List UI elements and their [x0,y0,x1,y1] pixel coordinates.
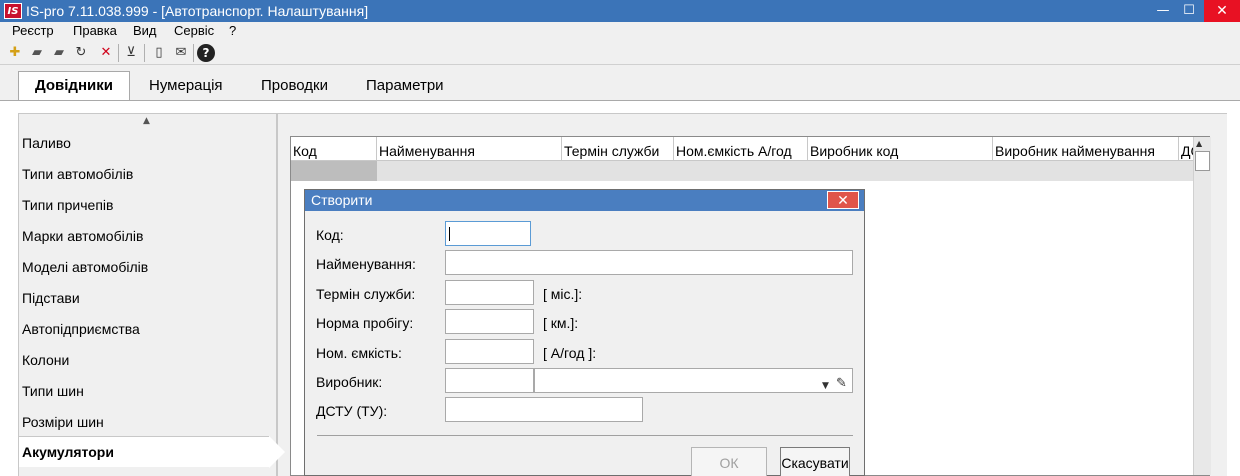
dstu-label: ДСТУ (ТУ): [316,403,388,419]
window-title: IS-pro 7.11.038.999 - [Автотранспорт. На… [26,3,369,19]
tab-numbering[interactable]: Нумерація [135,72,237,100]
capacity-label: Ном. ємкість: [316,345,402,361]
selection-pointer [269,436,285,468]
ok-button[interactable]: ОК [691,447,767,476]
name-field[interactable] [445,250,853,275]
content-top-strip [0,101,1240,113]
help-icon[interactable]: ? [197,44,215,62]
copy-icon[interactable]: ▰ [50,44,68,62]
menu-bar: Реєстр Правка Вид Сервіс ? [0,22,1240,40]
maker-label: Виробник: [316,374,383,390]
list-item-motor-depots[interactable]: Автопідприємства [22,320,140,338]
column-header-dstu[interactable]: ДС [1179,137,1193,161]
maker-name-combo[interactable] [534,368,853,393]
scroll-up-icon[interactable]: ▲ [1196,139,1202,148]
column-header-maker-code[interactable]: Виробник код [808,137,993,161]
dialog-close-button[interactable]: ✕ [827,191,859,209]
name-label: Найменування: [316,256,416,272]
column-header-name[interactable]: Найменування [377,137,562,161]
create-dialog: Створити ✕ Код: Найменування: Термін слу… [304,189,865,476]
code-field[interactable] [445,221,531,246]
vertical-scrollbar[interactable]: ▲ [1193,137,1211,475]
chevron-down-icon[interactable]: ▼ [822,381,829,391]
code-label: Код: [316,227,344,243]
table-header: Код Найменування Термін служби Ном.ємкіс… [291,137,1193,161]
dstu-field[interactable] [445,397,643,422]
mail-icon[interactable]: ✉ [172,44,190,62]
menu-service[interactable]: Сервіс [174,23,214,39]
column-header-capacity[interactable]: Ном.ємкість А/год [674,137,808,161]
delete-icon[interactable]: ✕ [97,44,115,62]
edit-icon[interactable]: ▰ [28,44,46,62]
clear-filter-icon[interactable]: ⊻ [122,44,140,62]
title-bar: IS IS-pro 7.11.038.999 - [Автотранспорт.… [0,0,1240,22]
menu-help[interactable]: ? [229,23,236,39]
dialog-divider [317,435,853,436]
service-life-field[interactable] [445,280,534,305]
directory-list: ▲ Паливо Типи автомобілів Типи причепів … [18,113,285,476]
menu-registry[interactable]: Реєстр [12,23,54,39]
menu-edit[interactable]: Правка [73,23,117,39]
close-window-button[interactable]: ✕ [1204,0,1240,22]
mileage-unit: [ км.]: [543,315,579,331]
list-item-columns[interactable]: Колони [22,351,69,369]
app-logo: IS [4,3,22,19]
tab-directories[interactable]: Довідники [18,71,130,101]
list-item-tire-types[interactable]: Типи шин [22,382,84,400]
tab-postings[interactable]: Проводки [247,72,342,100]
mileage-label: Норма пробігу: [316,315,414,331]
mileage-field[interactable] [445,309,534,334]
table-cell[interactable] [291,161,377,181]
column-header-service-life[interactable]: Термін служби [562,137,674,161]
list-item-tire-sizes[interactable]: Розміри шин [22,413,104,431]
list-item-vehicle-models[interactable]: Моделі автомобілів [22,258,148,276]
tab-parameters[interactable]: Параметри [352,72,458,100]
maker-code-field[interactable] [445,368,534,393]
capacity-unit: [ А/год ]: [543,345,597,361]
cancel-button[interactable]: Скасувати [780,447,850,476]
list-item-vehicle-brands[interactable]: Марки автомобілів [22,227,143,245]
list-item-trailer-types[interactable]: Типи причепів [22,196,113,214]
list-item-fuel[interactable]: Паливо [22,134,71,152]
toolbar-separator [193,44,194,62]
capacity-field[interactable] [445,339,534,364]
dialog-title: Створити [305,190,864,211]
toolbar-separator [118,44,119,62]
table-row[interactable] [291,161,1193,181]
service-life-label: Термін служби: [316,286,416,302]
toolbar-separator [144,44,145,62]
list-item-grounds[interactable]: Підстави [22,289,80,307]
service-life-unit: [ міс.]: [543,286,583,302]
list-item-batteries[interactable]: Акумулятори [19,436,269,467]
refresh-icon[interactable]: ↻ [72,44,90,62]
toolbar: ✚ ▰ ▰ ↻ ✕ ⊻ ▯ ✉ ? [0,41,1240,65]
scroll-thumb[interactable] [1195,151,1210,171]
column-header-maker-name[interactable]: Виробник найменування [993,137,1179,161]
menu-view[interactable]: Вид [133,23,157,39]
text-caret [449,227,450,241]
maximize-button[interactable]: ☐ [1174,0,1204,22]
new-icon[interactable]: ✚ [6,44,24,62]
list-item-vehicle-types[interactable]: Типи автомобілів [22,165,133,183]
pencil-icon[interactable]: ✎ [836,376,847,391]
scroll-up-icon[interactable]: ▲ [143,116,150,126]
column-header-code[interactable]: Код [291,137,377,161]
document-icon[interactable]: ▯ [150,44,168,62]
